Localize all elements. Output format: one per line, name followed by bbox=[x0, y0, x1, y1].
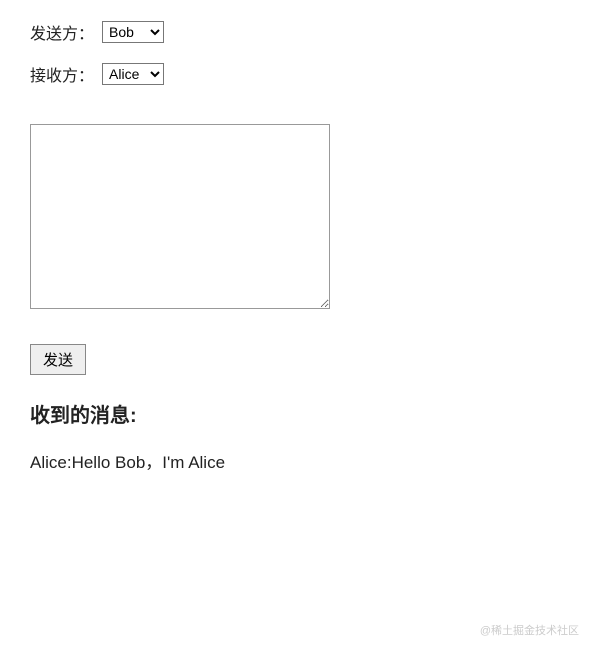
sender-select[interactable]: Bob bbox=[102, 21, 164, 43]
send-button[interactable]: 发送 bbox=[30, 344, 86, 375]
message-textarea[interactable] bbox=[30, 124, 330, 309]
sender-row: 发送方： Bob bbox=[30, 20, 561, 44]
received-heading: 收到的消息: bbox=[30, 399, 561, 428]
message-item: Alice:Hello Bob，I'm Alice bbox=[30, 448, 561, 473]
message-container bbox=[30, 104, 561, 314]
receiver-row: 接收方： Alice bbox=[30, 62, 561, 86]
receiver-select[interactable]: Alice bbox=[102, 63, 164, 85]
messages-list: Alice:Hello Bob，I'm Alice bbox=[30, 448, 561, 473]
button-container: 发送 bbox=[30, 314, 561, 375]
watermark: @稀土掘金技术社区 bbox=[480, 622, 579, 638]
sender-label: 发送方： bbox=[30, 20, 94, 44]
receiver-label: 接收方： bbox=[30, 62, 94, 86]
